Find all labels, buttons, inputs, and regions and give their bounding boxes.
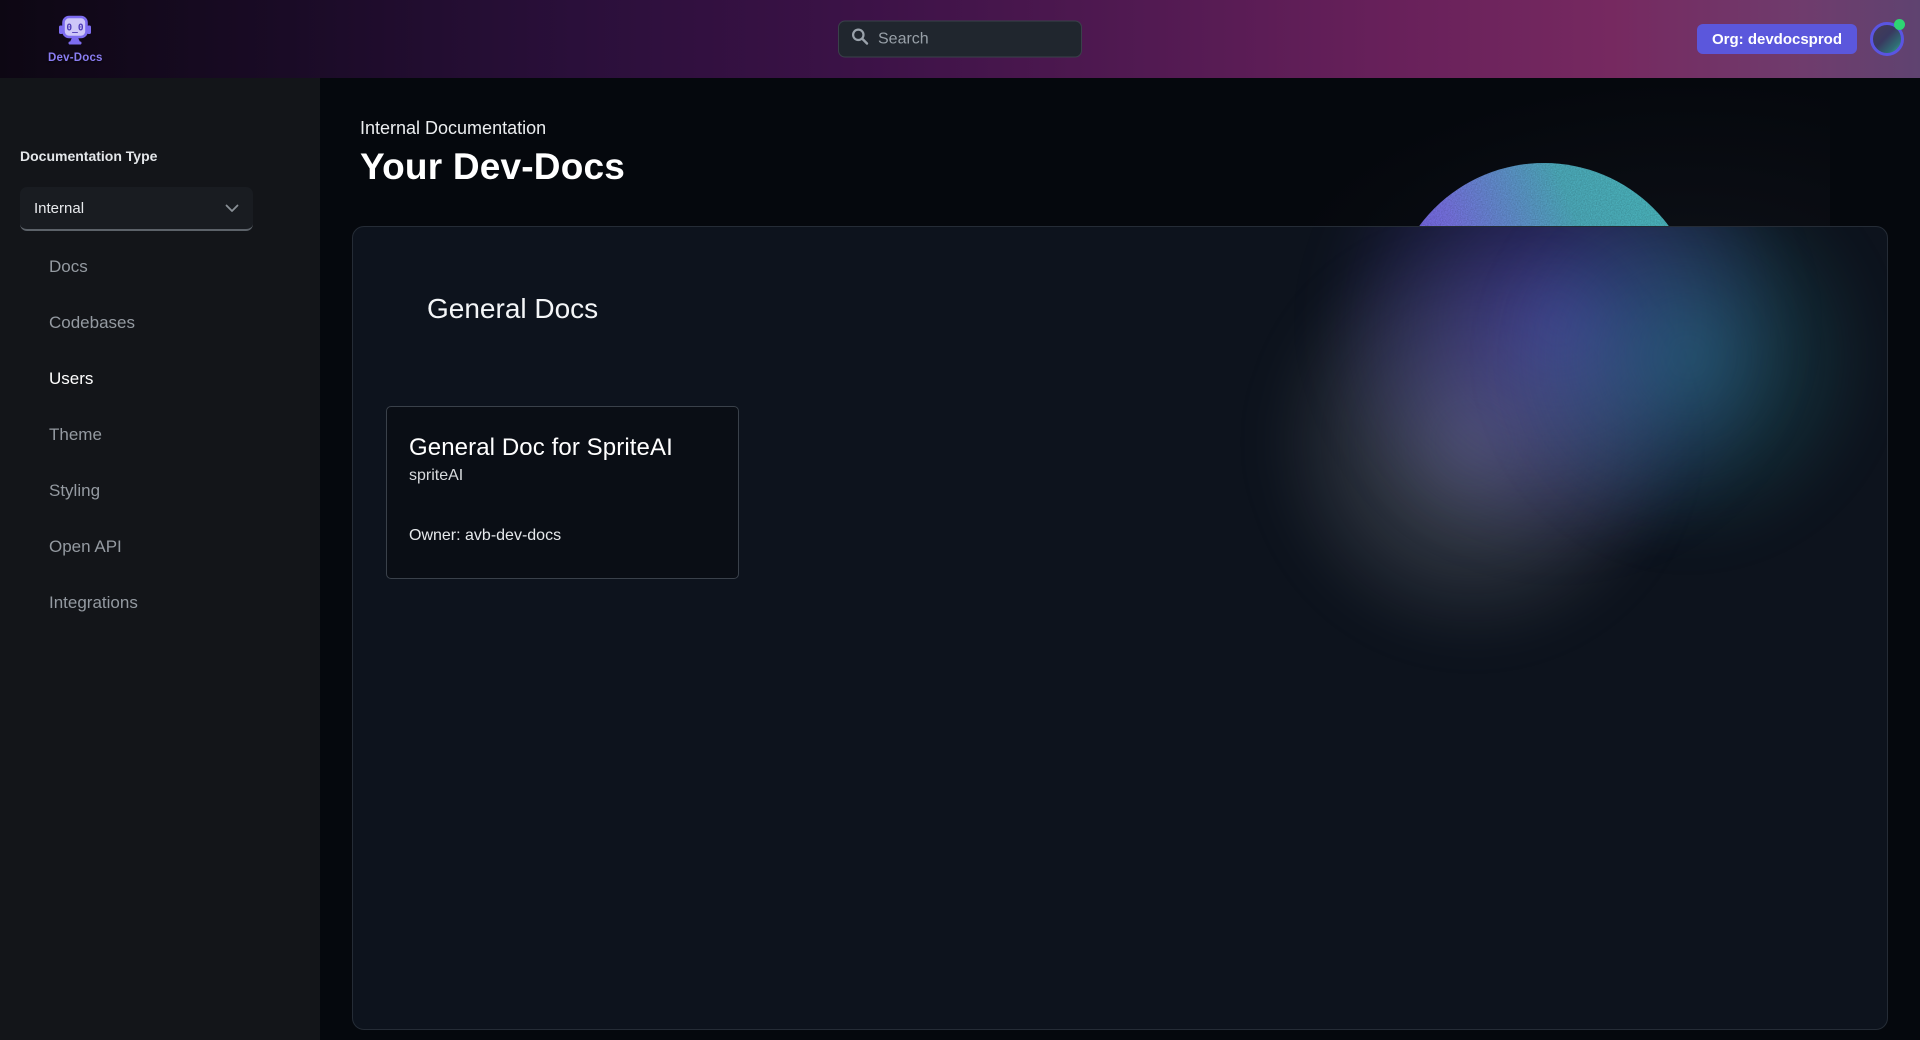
doc-type-select[interactable]: Internal [20,187,253,231]
sidebar-item-users[interactable]: Users [20,351,300,407]
search-input[interactable] [878,30,1085,48]
search-icon [851,28,869,51]
app-window: 0_0 Dev-Docs Org: devdocsprod [0,0,1920,1040]
sphere-graphic [1389,163,1699,226]
navbar-right-controls: Org: devdocsprod [1697,22,1904,56]
glow-teal [1493,226,1883,552]
doc-type-label: Documentation Type [20,148,300,164]
main-content: Internal Documentation Your Dev-Docs Gen… [320,78,1920,1040]
avatar[interactable] [1870,22,1904,56]
search-bar[interactable] [838,21,1082,58]
docs-panel: General Docs General Doc for SpriteAI sp… [352,226,1888,1030]
online-status-dot [1894,19,1905,30]
page-eyebrow: Internal Documentation [360,118,625,139]
doc-type-select-value: Internal [34,200,84,217]
sidebar-item-open-api[interactable]: Open API [20,519,300,575]
page-title: Your Dev-Docs [360,146,625,188]
top-navbar: 0_0 Dev-Docs Org: devdocsprod [0,0,1920,78]
sidebar-nav: Docs Codebases Users Theme Styling Open … [20,239,300,631]
doc-card-title: General Doc for SpriteAI [409,434,716,462]
sidebar-item-integrations[interactable]: Integrations [20,575,300,631]
sidebar: Documentation Type Internal Docs Codebas… [0,78,320,1040]
doc-card-subtitle: spriteAI [409,467,716,485]
app-logo-text: Dev-Docs [48,52,103,64]
org-button[interactable]: Org: devdocsprod [1697,24,1857,54]
doc-card[interactable]: General Doc for SpriteAI spriteAI Owner:… [386,406,739,579]
page-header: Internal Documentation Your Dev-Docs [360,118,625,188]
panel-heading: General Docs [427,293,598,325]
doc-card-owner: Owner: avb-dev-docs [409,527,716,545]
sidebar-item-theme[interactable]: Theme [20,407,300,463]
app-logo[interactable]: 0_0 Dev-Docs [48,15,103,64]
sidebar-item-styling[interactable]: Styling [20,463,300,519]
robot-icon: 0_0 [58,15,92,51]
glow-purple [1318,226,1798,562]
svg-text:0_0: 0_0 [67,22,84,33]
chevron-down-icon [225,200,239,217]
sidebar-item-docs[interactable]: Docs [20,239,300,295]
sidebar-item-codebases[interactable]: Codebases [20,295,300,351]
glow-white [1258,227,1688,657]
